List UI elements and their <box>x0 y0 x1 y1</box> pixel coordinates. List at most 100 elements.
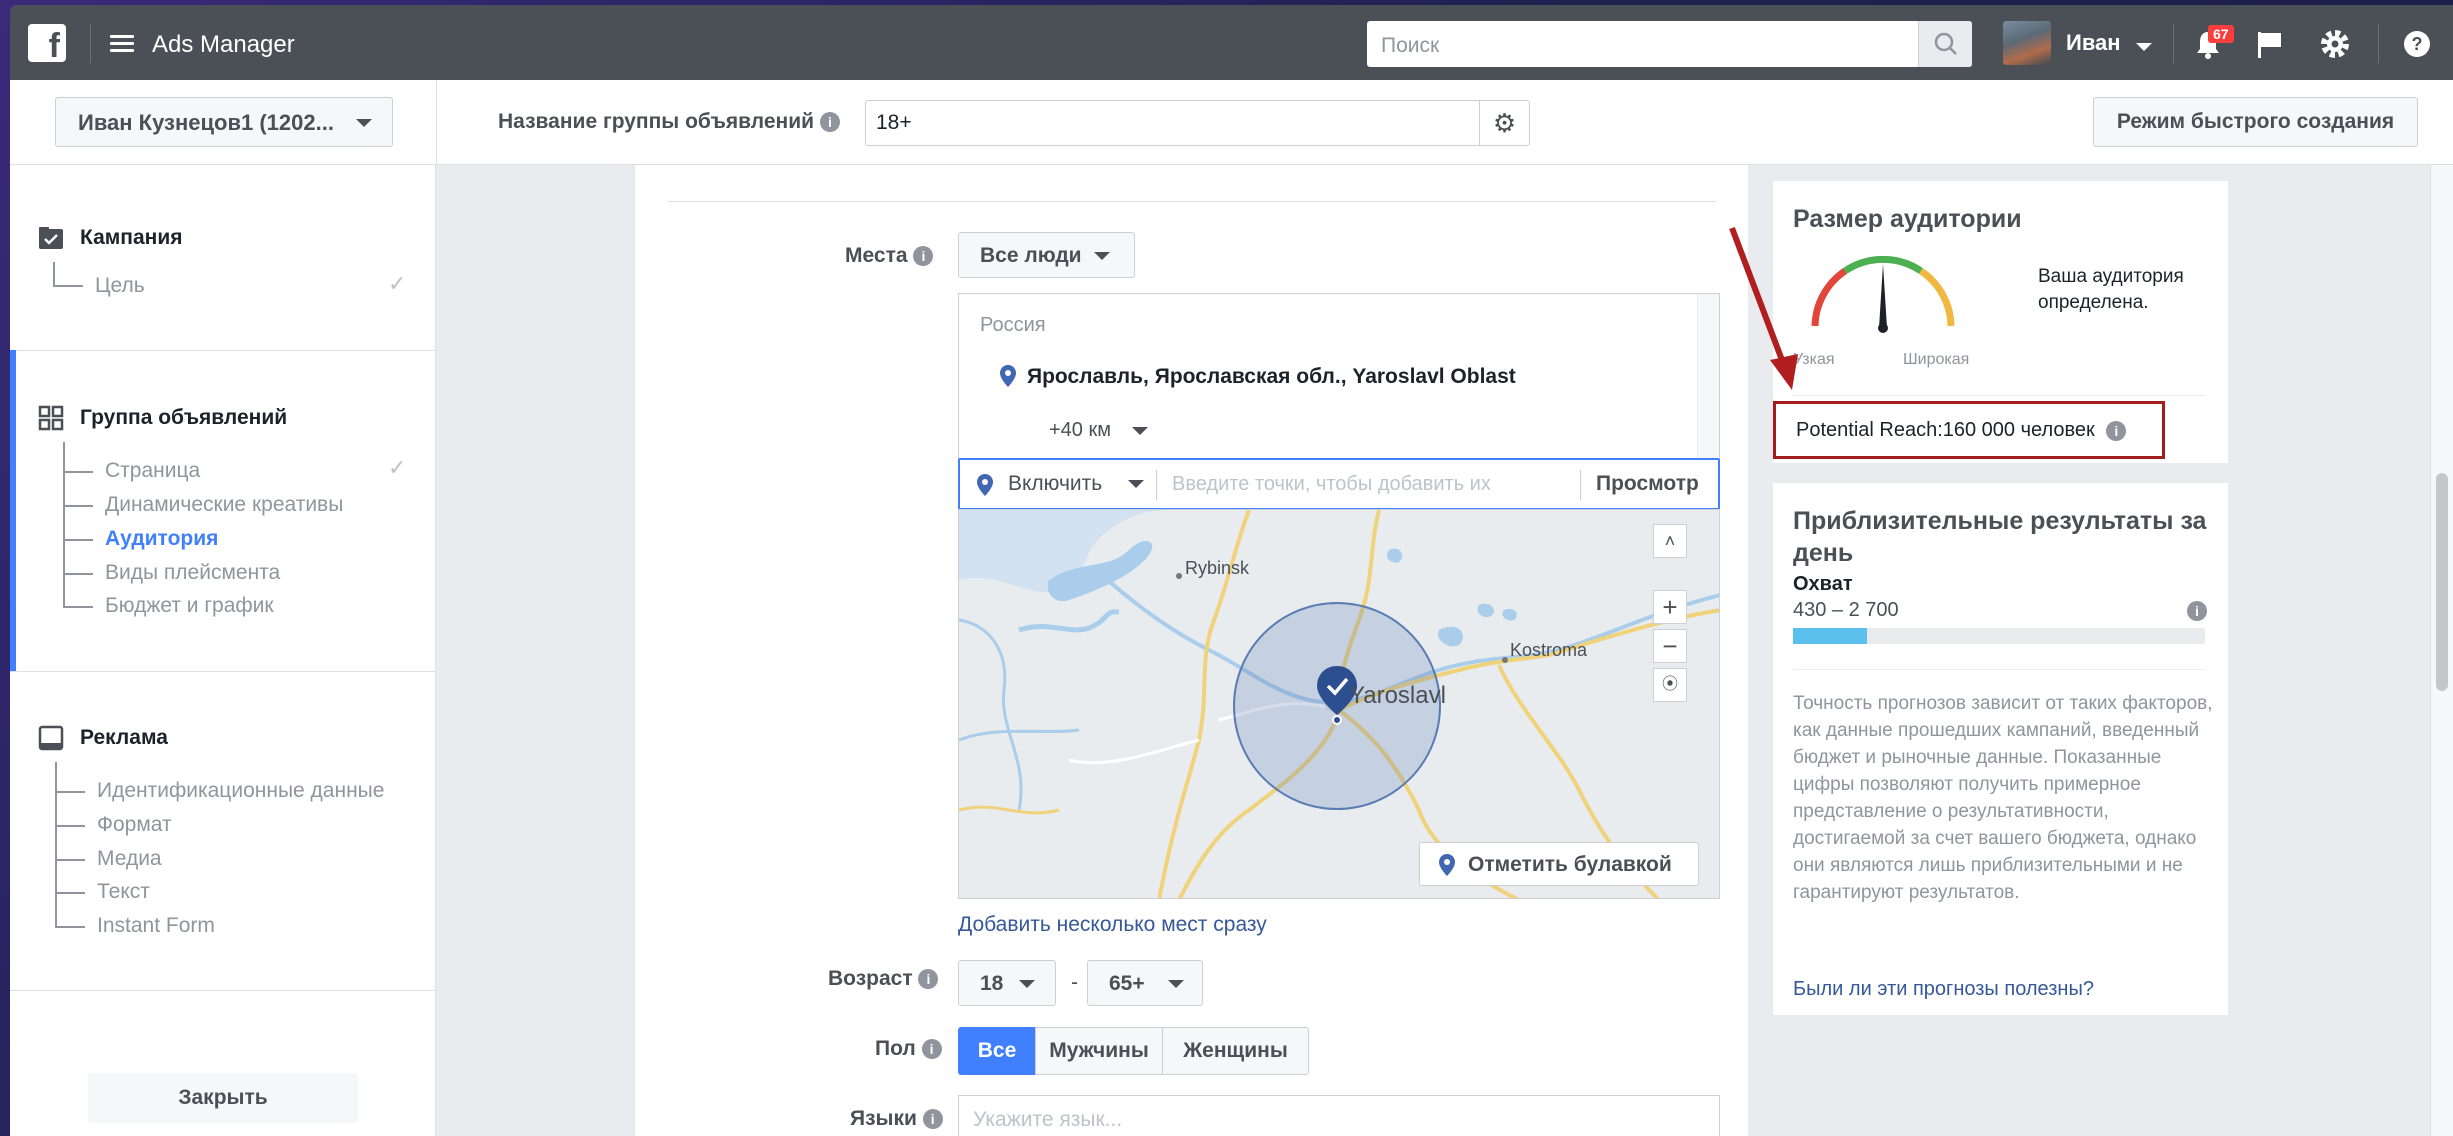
potential-reach-text: Potential Reach:160 000 человек <box>1796 419 2095 441</box>
estimated-results-title: Приблизительные результаты за день <box>1793 507 2207 567</box>
search-button[interactable] <box>1918 21 1972 67</box>
sidebar-item-audience[interactable]: Аудитория <box>105 527 218 551</box>
selected-location[interactable]: Ярославль, Ярославская обл., Yaroslavl O… <box>1027 365 1516 389</box>
people-type-value: Все люди <box>980 244 1082 267</box>
info-icon[interactable]: i <box>2187 601 2207 621</box>
adset-name-label: Название группы объявлений i <box>498 110 840 134</box>
sidebar-item-text[interactable]: Текст <box>97 880 150 904</box>
sidebar-item-format[interactable]: Формат <box>97 813 172 837</box>
languages-label-text: Языки <box>850 1107 917 1130</box>
estimated-results-panel: Приблизительные результаты за день Охват… <box>1773 483 2228 1015</box>
divider <box>1156 470 1157 500</box>
tree-line <box>53 285 83 287</box>
divider <box>10 671 436 672</box>
sidebar-item-media[interactable]: Медиа <box>97 847 162 871</box>
tree-line <box>53 262 55 286</box>
age-min-select[interactable]: 18 <box>958 960 1056 1006</box>
check-icon: ✓ <box>388 455 407 480</box>
chevron-down-icon <box>1019 980 1035 988</box>
divider <box>1793 669 2205 670</box>
gear-icon[interactable] <box>2318 27 2352 61</box>
gender-all-button[interactable]: Все <box>958 1027 1036 1075</box>
zoom-out-button[interactable]: − <box>1653 629 1687 663</box>
tree-line <box>63 442 65 606</box>
divider <box>10 990 436 991</box>
page-scrollbar[interactable] <box>2430 165 2453 1136</box>
sidebar-item-instant-form[interactable]: Instant Form <box>97 914 215 938</box>
tree-line <box>63 471 93 473</box>
tree-line <box>55 825 85 827</box>
sidebar-section-adset[interactable]: Группа объявлений <box>80 406 287 430</box>
age-label-text: Возраст <box>828 967 913 990</box>
gender-men-button[interactable]: Мужчины <box>1035 1027 1163 1075</box>
sidebar-item-objective[interactable]: Цель <box>95 274 145 298</box>
audience-form: Места i Все люди Россия Ярославль, Яросл… <box>635 165 1748 1136</box>
info-icon[interactable]: i <box>922 1109 943 1130</box>
ad-icon <box>38 725 64 751</box>
menu-icon[interactable] <box>110 35 134 53</box>
locations-label-text: Места <box>845 244 908 267</box>
sidebar-item-budget[interactable]: Бюджет и график <box>105 594 274 618</box>
ads-manager-app: f Ads Manager Поиск Иван 67 ? Иван Кузне… <box>10 5 2453 1136</box>
info-icon[interactable]: i <box>2106 420 2127 441</box>
quick-creation-button[interactable]: Режим быстрого создания <box>2093 97 2418 147</box>
location-points-input[interactable]: Введите точки, чтобы добавить их <box>1172 473 1491 496</box>
age-max-select[interactable]: 65+ <box>1087 960 1203 1006</box>
sidebar-section-campaign[interactable]: Кампания <box>80 226 183 250</box>
tree-line <box>55 859 85 861</box>
potential-reach-box: Potential Reach:160 000 человек i <box>1773 401 2165 459</box>
gear-icon[interactable]: ⚙ <box>1479 101 1529 145</box>
browse-button[interactable]: Просмотр <box>1596 472 1699 496</box>
zoom-in-button[interactable]: + <box>1653 590 1687 624</box>
audience-gauge <box>1811 256 1955 333</box>
location-map[interactable]: Rybinsk Kostroma Yaroslavl ˄ + − ⦿ Отмет… <box>958 509 1720 899</box>
close-button[interactable]: Закрыть <box>88 1073 358 1123</box>
people-type-select[interactable]: Все люди <box>958 232 1135 278</box>
divider <box>1793 395 2205 396</box>
gender-women-button[interactable]: Женщины <box>1162 1027 1309 1075</box>
window-background: f Ads Manager Поиск Иван 67 ? Иван Кузне… <box>0 0 2453 1136</box>
reach-range: 430 – 2 700 <box>1793 599 1899 621</box>
tree-line <box>63 573 93 575</box>
divider <box>436 80 437 165</box>
recenter-icon[interactable]: ⦿ <box>1653 668 1687 702</box>
tree-line <box>55 926 85 928</box>
app-title[interactable]: Ads Manager <box>152 31 295 59</box>
sidebar-section-ad[interactable]: Реклама <box>80 726 168 750</box>
sidebar-item-identity[interactable]: Идентификационные данные <box>97 779 384 803</box>
search-input[interactable]: Поиск <box>1367 21 1972 67</box>
reach-progress-fill <box>1793 628 1868 644</box>
audience-status: Ваша аудитория определена. <box>2038 266 2184 313</box>
facebook-logo[interactable]: f <box>28 24 66 62</box>
feedback-link[interactable]: Были ли эти прогнозы полезны? <box>1793 978 2094 1001</box>
adset-name-input[interactable]: 18+ ⚙ <box>865 100 1530 146</box>
search-icon <box>1934 32 1957 55</box>
add-multiple-locations-link[interactable]: Добавить несколько мест сразу <box>958 913 1267 937</box>
annotation-arrow-icon <box>1729 226 1798 390</box>
account-selector[interactable]: Иван Кузнецов1 (1202... <box>55 97 393 147</box>
include-select[interactable]: Включить <box>1008 472 1102 496</box>
age-label: Возраст i <box>828 967 939 991</box>
info-icon[interactable]: i <box>913 246 934 267</box>
age-range-dash: - <box>1071 971 1078 994</box>
user-name[interactable]: Иван <box>2066 30 2121 56</box>
sidebar-item-placements[interactable]: Виды плейсмента <box>105 561 280 585</box>
scrollbar-thumb[interactable] <box>2436 473 2448 691</box>
user-menu-chevron-icon[interactable] <box>2136 43 2152 51</box>
info-icon[interactable]: i <box>921 1039 942 1060</box>
sidebar-item-page[interactable]: Страница <box>105 459 200 483</box>
languages-input[interactable]: Укажите язык... <box>958 1095 1720 1136</box>
drop-pin-label: Отметить булавкой <box>1468 853 1672 876</box>
map-collapse-chevron-up-icon[interactable]: ˄ <box>1653 524 1687 558</box>
help-icon[interactable]: ? <box>2402 29 2432 59</box>
sidebar-item-dynamic-creatives[interactable]: Динамические креативы <box>105 493 343 517</box>
info-icon[interactable]: i <box>918 969 939 990</box>
avatar[interactable] <box>2003 21 2051 65</box>
account-name: Иван Кузнецов1 (1202... <box>78 110 334 135</box>
tree-line <box>55 791 85 793</box>
radius-select[interactable]: +40 км <box>1049 419 1111 442</box>
flag-icon[interactable] <box>2255 29 2285 59</box>
info-icon[interactable]: i <box>819 112 840 133</box>
drop-pin-button[interactable]: Отметить булавкой <box>1419 842 1699 886</box>
location-pin-icon <box>1000 365 1016 387</box>
